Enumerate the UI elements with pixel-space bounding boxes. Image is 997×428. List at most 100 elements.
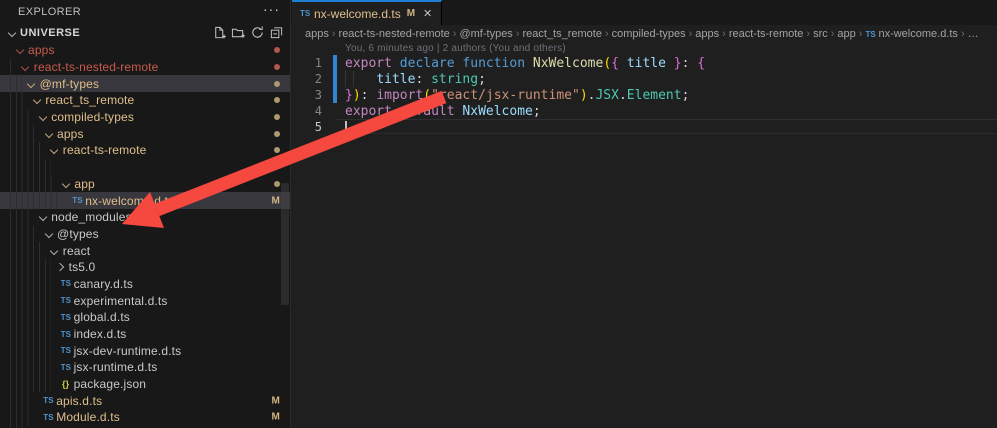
tree-row[interactable]: ts5.0 (0, 259, 290, 276)
chevron-down-icon[interactable] (49, 147, 60, 153)
chevron-down-icon[interactable] (31, 97, 42, 103)
git-dot-badge (274, 64, 280, 70)
chevron-right-icon: › (689, 28, 693, 40)
breadcrumb-item[interactable]: react-ts-remote (729, 28, 804, 40)
code-text: export declare function NxWelcome({ titl… (331, 56, 705, 71)
explorer-actions (212, 25, 284, 40)
tab-nx-welcome[interactable]: TS nx-welcome.d.ts M ✕ (292, 0, 442, 25)
tree-item-label: @mf-types (40, 77, 100, 91)
code-line[interactable]: 5 (291, 119, 997, 135)
breadcrumb-item[interactable]: @mf-types (459, 28, 512, 40)
ts-file-icon: TS (61, 279, 71, 288)
chevron-down-icon[interactable] (49, 248, 60, 254)
tree-item-label: apps (28, 43, 55, 57)
chevron-down-icon[interactable] (43, 131, 54, 137)
indent-guides (10, 92, 27, 109)
tree-item-label: jsx-dev-runtime.d.ts (74, 344, 182, 358)
tree-item-label: Module.d.ts (56, 410, 120, 424)
tree-row[interactable]: {}package.json (0, 376, 290, 393)
vscode-window: EXPLORER ··· UNIVERSE (0, 0, 997, 428)
indent-guides (10, 409, 33, 426)
tree-row[interactable]: TSModule.d.tsM (0, 409, 290, 426)
explorer-title: EXPLORER (18, 6, 81, 18)
line-number: 5 (291, 120, 331, 134)
line-number: 2 (291, 72, 331, 86)
chevron-down-icon[interactable] (43, 231, 54, 237)
close-icon[interactable]: ✕ (423, 7, 432, 20)
breadcrumb-item[interactable]: compiled-types (612, 28, 686, 40)
breadcrumb-item[interactable]: app (837, 28, 855, 40)
breadcrumb-item[interactable]: TSnx-welcome.d.ts (865, 28, 957, 40)
tree-row[interactable]: node_modules (0, 209, 290, 226)
tree-row[interactable]: TScanary.d.ts (0, 276, 290, 293)
indent-guides (10, 176, 56, 193)
ts-file-icon: TS (61, 296, 71, 305)
chevron-down-icon[interactable] (20, 64, 31, 70)
tree-row[interactable]: TSjsx-runtime.d.ts (0, 359, 290, 376)
new-file-icon[interactable] (212, 25, 227, 40)
line-number: 1 (291, 56, 331, 70)
breadcrumb-item[interactable]: apps (695, 28, 719, 40)
indent-guides (10, 292, 51, 309)
tree-row[interactable]: TSapis.d.tsM (0, 392, 290, 409)
explorer-header: EXPLORER ··· (0, 0, 290, 24)
workspace-section-header[interactable]: UNIVERSE (0, 24, 290, 42)
breadcrumb-item[interactable]: react-ts-nested-remote (339, 28, 450, 40)
tree-row[interactable]: react_ts_remote (0, 92, 290, 109)
ts-file-icon: TS (61, 330, 71, 339)
tree-row[interactable]: @types (0, 226, 290, 243)
tree-row[interactable]: react-ts-nested-remote (0, 59, 290, 76)
line-number: 3 (291, 88, 331, 102)
tree-row[interactable]: TSindex.d.ts (0, 326, 290, 343)
file-tree: apps react-ts-nested-remote@mf-types react… (0, 42, 290, 428)
chevron-right-icon[interactable] (55, 264, 66, 270)
chevron-down-icon[interactable] (37, 114, 48, 120)
collapse-all-icon[interactable] (269, 25, 284, 40)
tree-row[interactable]: TSexperimental.d.ts (0, 292, 290, 309)
code-editor[interactable]: 1export declare function NxWelcome({ tit… (291, 55, 997, 135)
breadcrumb-item[interactable]: … (968, 28, 979, 40)
tree-row[interactable]: apps (0, 42, 290, 59)
chevron-right-icon: › (516, 28, 520, 40)
tree-row[interactable]: app (0, 176, 290, 193)
code-line[interactable]: 2 title: string; (291, 71, 997, 87)
sidebar-scrollbar-thumb[interactable] (281, 183, 289, 305)
indent-guides (10, 342, 51, 359)
code-line[interactable]: 1export declare function NxWelcome({ tit… (291, 55, 997, 71)
breadcrumb: apps›react-ts-nested-remote›@mf-types›re… (291, 25, 997, 43)
ts-file-icon: TS (61, 346, 71, 355)
tree-row[interactable]: @mf-types (0, 75, 290, 92)
code-text: title: string; (331, 72, 486, 87)
indent-guides (10, 109, 33, 126)
tree-row[interactable]: react (0, 242, 290, 259)
tree-row[interactable]: apps (0, 125, 290, 142)
tree-item-label: app (74, 177, 94, 191)
breadcrumb-item[interactable]: src (813, 28, 828, 40)
tree-row[interactable]: react-ts-remote (0, 142, 290, 159)
tree-row[interactable]: compiled-types (0, 109, 290, 126)
git-dot-badge (274, 47, 280, 53)
code-text: export default NxWelcome; (331, 104, 541, 119)
indent-guides (10, 276, 51, 293)
tree-row[interactable]: TSjsx-dev-runtime.d.ts (0, 342, 290, 359)
chevron-down-icon[interactable] (26, 81, 37, 87)
tree-item-label: experimental.d.ts (74, 294, 168, 308)
breadcrumb-item[interactable]: apps (305, 28, 329, 40)
breadcrumb-item[interactable]: react_ts_remote (522, 28, 601, 40)
tree-item-label: react_ts_remote (45, 93, 134, 107)
tree-row[interactable]: TSglobal.d.ts (0, 309, 290, 326)
new-folder-icon[interactable] (231, 25, 246, 40)
tree-item-label: nx-welcome.d.ts (85, 194, 174, 208)
refresh-icon[interactable] (250, 25, 265, 40)
chevron-down-icon[interactable] (60, 181, 71, 187)
chevron-down-icon[interactable] (14, 47, 25, 53)
code-line[interactable]: 3}): import("react/jsx-runtime").JSX.Ele… (291, 87, 997, 103)
chevron-down-icon[interactable] (37, 214, 48, 220)
code-line[interactable]: 4export default NxWelcome; (291, 103, 997, 119)
git-dot-badge (274, 97, 280, 103)
more-actions-icon[interactable]: ··· (263, 1, 280, 17)
ts-file-icon: TS (61, 363, 71, 372)
git-dot-badge (274, 131, 280, 137)
tree-row[interactable]: TSnx-welcome.d.tsM (0, 192, 290, 209)
indent-guides (10, 242, 45, 259)
